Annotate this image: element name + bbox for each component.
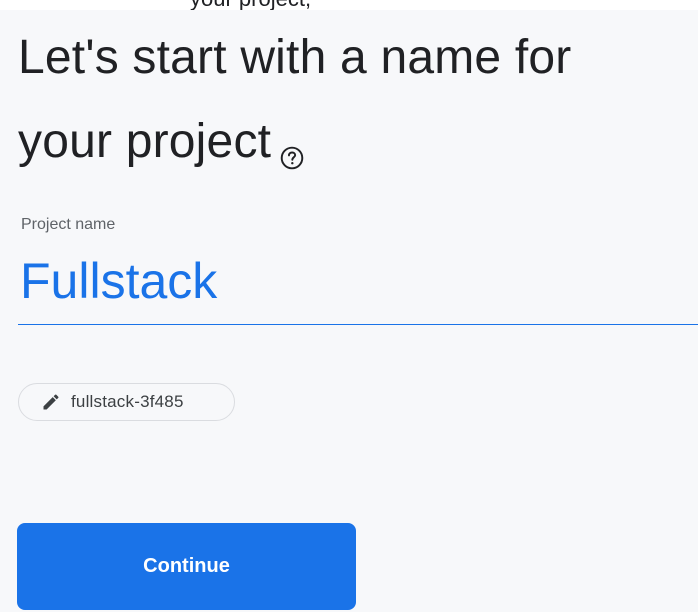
clipped-top-text: your project, <box>190 0 311 10</box>
pencil-icon <box>41 392 61 412</box>
project-name-underline <box>18 324 698 325</box>
help-circle-icon[interactable] <box>279 114 305 170</box>
continue-button[interactable]: Continue <box>17 523 356 610</box>
project-id-chip[interactable]: fullstack-3f485 <box>18 383 235 421</box>
page-title-line-2: your project <box>18 100 698 184</box>
top-clipped-strip: your project, <box>0 0 698 10</box>
project-id-text: fullstack-3f485 <box>71 392 184 411</box>
page-title-line-1: Let's start with a name for <box>18 31 572 84</box>
page-title: Let's start with a name for your project <box>18 16 698 184</box>
project-name-input[interactable] <box>18 246 698 316</box>
page-title-line-2-text: your project <box>18 115 272 168</box>
project-name-label: Project name <box>21 216 116 233</box>
